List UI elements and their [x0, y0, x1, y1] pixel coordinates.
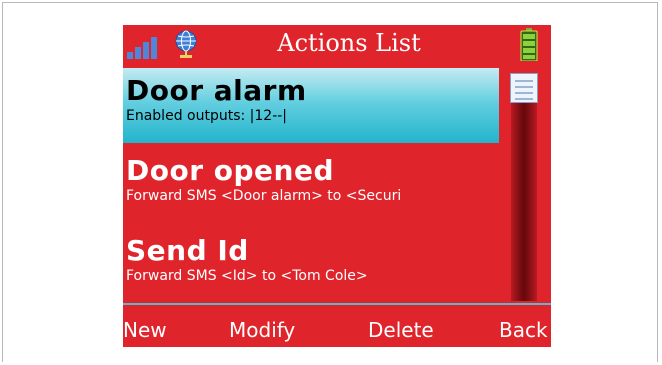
- scroll-thumb[interactable]: [510, 73, 538, 103]
- action-name: Send Id: [126, 234, 249, 267]
- action-detail: Forward SMS <Id> to <Tom Cole>: [126, 268, 368, 284]
- delete-softkey[interactable]: Delete: [368, 318, 434, 342]
- actions-list: Door alarm Enabled outputs: |12--| Door …: [123, 68, 499, 303]
- scrollbar[interactable]: [509, 73, 539, 301]
- screen-title: Actions List: [277, 29, 421, 57]
- action-detail: Forward SMS <Door alarm> to <Securi: [126, 188, 402, 204]
- list-item[interactable]: Send Id Forward SMS <Id> to <Tom Cole>: [123, 228, 499, 303]
- scroll-track[interactable]: [511, 101, 537, 301]
- modify-softkey[interactable]: Modify: [229, 318, 295, 342]
- action-detail: Enabled outputs: |12--|: [126, 108, 288, 124]
- list-item[interactable]: Door alarm Enabled outputs: |12--|: [123, 68, 499, 143]
- softkey-divider: [123, 303, 551, 305]
- action-name: Door alarm: [126, 74, 307, 107]
- softkey-bar: New Modify Delete Back: [123, 318, 551, 347]
- phone-screen: Actions List Door alarm Enabled outputs:…: [123, 25, 551, 347]
- new-softkey[interactable]: New: [123, 318, 167, 342]
- list-item[interactable]: Door opened Forward SMS <Door alarm> to …: [123, 148, 499, 223]
- back-softkey[interactable]: Back: [499, 318, 548, 342]
- title-bar: Actions List: [123, 25, 551, 65]
- battery-icon: [520, 28, 538, 61]
- action-name: Door opened: [126, 154, 335, 187]
